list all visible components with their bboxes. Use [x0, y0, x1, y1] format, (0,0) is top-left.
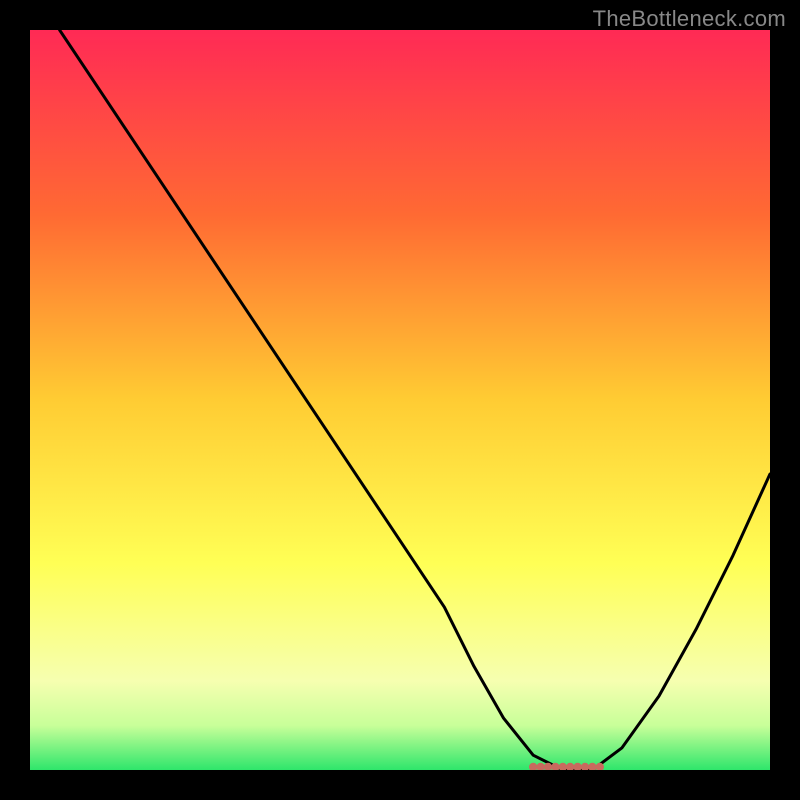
minimum-marker [529, 763, 537, 770]
minimum-marker [536, 763, 544, 770]
curve-layer [30, 30, 770, 770]
bottleneck-curve-path [60, 30, 770, 770]
minimum-marker-band [529, 763, 604, 770]
watermark-text: TheBottleneck.com [593, 6, 786, 32]
minimum-marker [588, 763, 596, 770]
plot-frame [30, 30, 770, 770]
chart-container: { "watermark": "TheBottleneck.com", "col… [0, 0, 800, 800]
minimum-marker [581, 763, 589, 770]
minimum-marker [573, 763, 581, 770]
minimum-marker [566, 763, 574, 770]
minimum-marker [559, 763, 567, 770]
